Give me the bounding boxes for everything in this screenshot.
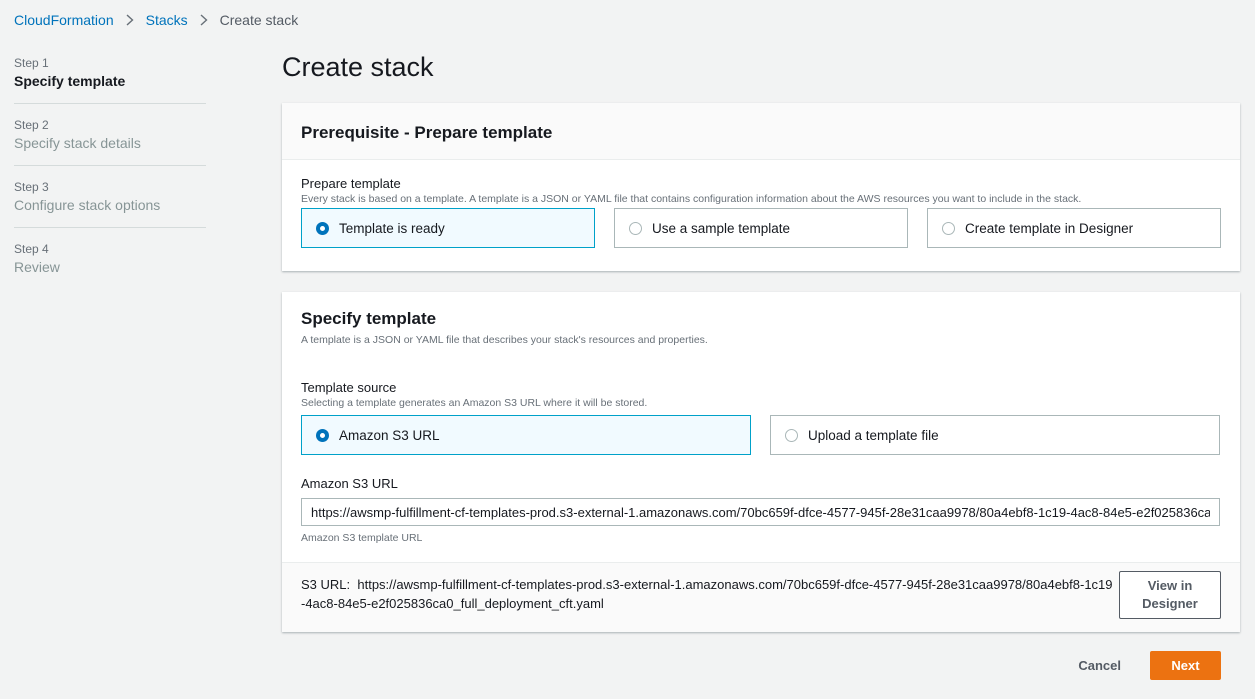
step-specify-template[interactable]: Step 1 Specify template <box>14 56 206 104</box>
template-source-section: Template source Selecting a template gen… <box>282 346 1240 544</box>
step-title: Specify stack details <box>14 135 141 151</box>
step-title: Specify template <box>14 73 126 89</box>
cancel-button[interactable]: Cancel <box>1073 658 1126 673</box>
field-label: Amazon S3 URL <box>301 476 398 491</box>
field-description: Selecting a template generates an Amazon… <box>301 397 648 409</box>
template-source-options: Amazon S3 URL Upload a template file <box>301 415 1221 455</box>
panel-header: Specify template A template is a JSON or… <box>282 292 1240 346</box>
wizard-footer: Cancel Next <box>1073 651 1221 680</box>
panel-body: Prepare template Every stack is based on… <box>282 160 1240 248</box>
step-review: Step 4 Review <box>14 242 206 289</box>
breadcrumb: CloudFormation Stacks Create stack <box>14 12 298 28</box>
step-number: Step 4 <box>14 242 49 256</box>
option-create-in-designer[interactable]: Create template in Designer <box>927 208 1221 248</box>
radio-checked-icon <box>316 428 329 442</box>
field-description: Every stack is based on a template. A te… <box>301 193 1082 205</box>
step-title: Configure stack options <box>14 197 161 213</box>
panel-description: A template is a JSON or YAML file that d… <box>301 334 708 346</box>
step-configure-stack-options: Step 3 Configure stack options <box>14 180 206 228</box>
option-label: Use a sample template <box>652 220 791 236</box>
s3-url-text: S3 URL: https://awsmp-fulfillment-cf-tem… <box>301 575 1116 620</box>
panel-title: Specify template <box>301 309 437 328</box>
button-label-line2: Designer <box>1142 596 1198 611</box>
s3-url-value: https://awsmp-fulfillment-cf-templates-p… <box>301 577 1113 611</box>
option-upload-template-file[interactable]: Upload a template file <box>770 415 1220 455</box>
option-amazon-s3-url[interactable]: Amazon S3 URL <box>301 415 751 455</box>
page-title: Create stack <box>282 52 434 82</box>
radio-unchecked-icon <box>942 221 955 235</box>
option-template-ready[interactable]: Template is ready <box>301 208 595 248</box>
step-number: Step 3 <box>14 180 49 194</box>
step-number: Step 2 <box>14 118 49 132</box>
wizard-steps: Step 1 Specify template Step 2 Specify s… <box>14 56 206 303</box>
s3-url-input[interactable] <box>301 498 1220 526</box>
button-label-line1: View in <box>1147 578 1193 593</box>
breadcrumb-stacks[interactable]: Stacks <box>146 12 188 28</box>
step-number: Step 1 <box>14 56 49 70</box>
step-title: Review <box>14 259 60 275</box>
chevron-right-icon <box>126 14 134 26</box>
field-hint: Amazon S3 template URL <box>301 532 423 544</box>
radio-unchecked-icon <box>629 221 642 235</box>
option-label: Create template in Designer <box>965 220 1134 236</box>
s3-url-row: S3 URL: https://awsmp-fulfillment-cf-tem… <box>282 562 1240 632</box>
specify-template-panel: Specify template A template is a JSON or… <box>282 292 1240 632</box>
option-sample-template[interactable]: Use a sample template <box>614 208 908 248</box>
option-label: Amazon S3 URL <box>339 427 440 443</box>
panel-header: Prerequisite - Prepare template <box>282 103 1240 160</box>
chevron-right-icon <box>200 14 208 26</box>
prerequisite-panel: Prerequisite - Prepare template Prepare … <box>282 103 1240 271</box>
radio-checked-icon <box>316 221 329 235</box>
breadcrumb-current: Create stack <box>219 12 299 28</box>
next-button[interactable]: Next <box>1150 651 1221 680</box>
field-label: Template source <box>301 380 397 395</box>
field-label: Prepare template <box>301 176 401 191</box>
option-label: Template is ready <box>339 220 445 236</box>
s3-url-prefix: S3 URL: <box>301 577 351 592</box>
radio-unchecked-icon <box>785 428 798 442</box>
view-in-designer-button[interactable]: View in Designer <box>1119 571 1221 619</box>
breadcrumb-cloudformation[interactable]: CloudFormation <box>14 12 114 28</box>
panel-title: Prerequisite - Prepare template <box>301 123 553 142</box>
prepare-template-options: Template is ready Use a sample template … <box>301 208 1221 248</box>
step-specify-stack-details: Step 2 Specify stack details <box>14 118 206 166</box>
option-label: Upload a template file <box>808 427 939 443</box>
